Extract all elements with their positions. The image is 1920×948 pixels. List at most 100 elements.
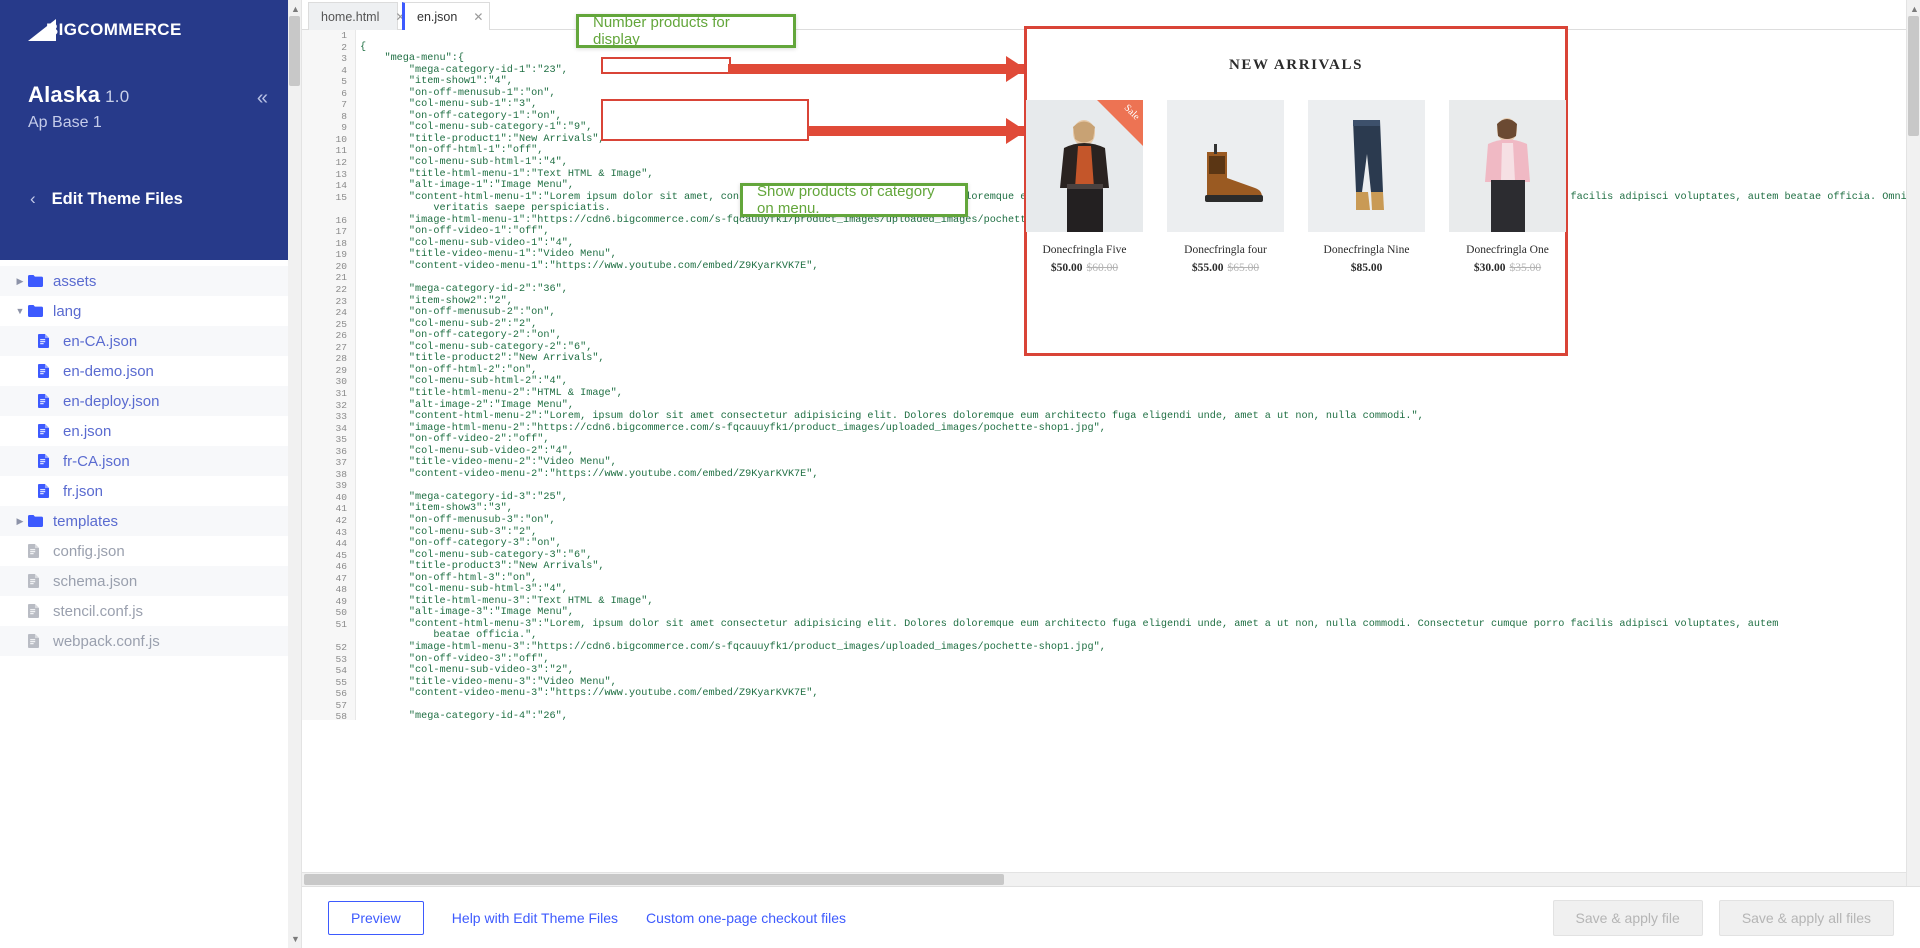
code-line[interactable]: beatae officia.", [360,630,1906,642]
line-number: 11 [302,145,355,157]
line-number: 28 [302,353,355,365]
code-line[interactable] [360,700,1906,712]
save-apply-file-button[interactable]: Save & apply file [1553,900,1703,936]
code-line[interactable]: "mega-category-id-3":"25", [360,492,1906,504]
product-name[interactable]: Donecfringla Nine [1308,244,1425,256]
theme-name: Alaska1.0 [28,82,129,108]
editor-outer-scrollbar[interactable]: ▲ ▼ [288,0,302,948]
product-image[interactable] [1449,100,1566,232]
line-number: 30 [302,376,355,388]
code-line[interactable]: "item-show3":"3", [360,503,1906,515]
chevron-down-icon[interactable]: ▼ [12,306,28,316]
code-line[interactable]: "mega-category-id-4":"26", [360,711,1906,720]
line-number: 38 [302,469,355,481]
editor-horizontal-scrollbar[interactable] [302,872,1906,886]
scroll-up-icon[interactable]: ▲ [291,4,300,14]
tree-item-label: en-demo.json [63,363,154,380]
file-icon [28,544,50,558]
chevron-right-icon[interactable]: ▶ [12,276,28,287]
bigcommerce-logo[interactable]: BIGCOMMERCE [26,17,182,43]
product-card[interactable]: SaleDonecfringla Five$50.00$60.00 [1026,100,1143,274]
product-card[interactable]: Donecfringla four$55.00$65.00 [1167,100,1284,274]
line-number: 57 [302,700,355,712]
help-link[interactable]: Help with Edit Theme Files [452,910,618,926]
tree-item-en-deploy-json[interactable]: en-deploy.json [0,386,288,416]
line-number: 52 [302,642,355,654]
line-number: 47 [302,573,355,585]
code-line[interactable]: "on-off-menusub-3":"on", [360,515,1906,527]
code-line[interactable] [360,480,1906,492]
code-line[interactable]: "title-video-menu-2":"Video Menu", [360,457,1906,469]
code-line[interactable]: "image-html-menu-3":"https://cdn6.bigcom… [360,642,1906,654]
code-line[interactable]: "col-menu-sub-html-2":"4", [360,376,1906,388]
chevron-right-icon[interactable]: ▶ [12,516,28,527]
code-line[interactable]: "title-video-menu-3":"Video Menu", [360,677,1906,689]
scroll-up-icon[interactable]: ▲ [1910,4,1919,14]
line-number: 3 [302,53,355,65]
scrollbar-thumb[interactable] [289,16,300,86]
code-line[interactable]: "on-off-html-2":"on", [360,365,1906,377]
product-image[interactable]: Sale [1026,100,1143,232]
code-line[interactable]: "content-video-menu-2":"https://www.yout… [360,469,1906,481]
code-line[interactable]: "on-off-video-3":"off", [360,654,1906,666]
code-line[interactable]: "content-video-menu-3":"https://www.yout… [360,688,1906,700]
code-line[interactable]: "on-off-html-3":"on", [360,573,1906,585]
tab-en-json[interactable]: en.json ✕ [402,2,490,30]
save-apply-all-button[interactable]: Save & apply all files [1719,900,1894,936]
bigcommerce-wordmark: BIGCOMMERCE [46,20,182,40]
sidebar-item-edit-theme-files[interactable]: ‹ Edit Theme Files [0,178,288,220]
code-line[interactable]: "title-html-menu-2":"HTML & Image", [360,388,1906,400]
code-line[interactable]: "content-html-menu-2":"Lorem, ipsum dolo… [360,411,1906,423]
preview-button[interactable]: Preview [328,901,424,935]
code-line[interactable]: "alt-image-3":"Image Menu", [360,607,1906,619]
tree-item-en-demo-json[interactable]: en-demo.json [0,356,288,386]
code-line[interactable]: "image-html-menu-2":"https://cdn6.bigcom… [360,423,1906,435]
tree-item-lang[interactable]: ▼lang [0,296,288,326]
code-line[interactable]: "content-html-menu-3":"Lorem, ipsum dolo… [360,619,1906,631]
product-card[interactable]: Donecfringla One$30.00$35.00 [1449,100,1566,274]
file-icon [38,334,60,348]
tree-item-fr-ca-json[interactable]: fr-CA.json [0,446,288,476]
code-line[interactable]: "title-product3":"New Arrivals", [360,561,1906,573]
preview-scrollbar[interactable]: ▲ [1906,0,1920,886]
tree-item-templates[interactable]: ▶templates [0,506,288,536]
tree-item-stencil-conf-js[interactable]: stencil.conf.js [0,596,288,626]
sidebar: BIGCOMMERCE Alaska1.0 Ap Base 1 « ‹ Edit… [0,0,288,948]
product-image[interactable] [1308,100,1425,232]
tree-item-webpack-conf-js[interactable]: webpack.conf.js [0,626,288,656]
code-line[interactable]: "col-menu-sub-category-3":"6", [360,550,1906,562]
code-line[interactable]: "title-html-menu-3":"Text HTML & Image", [360,596,1906,608]
line-number: 45 [302,550,355,562]
tree-item-label: en-CA.json [63,333,137,350]
product-name[interactable]: Donecfringla Five [1026,244,1143,256]
line-number: 31 [302,388,355,400]
code-line[interactable]: "col-menu-sub-video-2":"4", [360,446,1906,458]
tree-item-en-json[interactable]: en.json [0,416,288,446]
product-grid: SaleDonecfringla Five$50.00$60.00Donecfr… [1027,100,1565,274]
scroll-down-icon[interactable]: ▼ [291,934,300,944]
code-line[interactable]: "on-off-video-2":"off", [360,434,1906,446]
scrollbar-thumb[interactable] [1908,16,1919,136]
tree-item-assets[interactable]: ▶assets [0,266,288,296]
tree-item-config-json[interactable]: config.json [0,536,288,566]
tab-home-html[interactable]: home.html ✕ [308,2,398,30]
product-name[interactable]: Donecfringla four [1167,244,1284,256]
checkout-files-link[interactable]: Custom one-page checkout files [646,910,846,926]
scrollbar-thumb[interactable] [304,874,1004,885]
tree-item-schema-json[interactable]: schema.json [0,566,288,596]
code-line[interactable]: "col-menu-sub-html-3":"4", [360,584,1906,596]
code-line[interactable]: "col-menu-sub-video-3":"2", [360,665,1906,677]
line-number: 40 [302,492,355,504]
product-image[interactable] [1167,100,1284,232]
callout-show-products: Show products of category on menu. [740,183,968,217]
code-line[interactable]: "on-off-category-3":"on", [360,538,1906,550]
product-card[interactable]: Donecfringla Nine$85.00 [1308,100,1425,274]
code-line[interactable]: "col-menu-sub-3":"2", [360,527,1906,539]
tree-item-fr-json[interactable]: fr.json [0,476,288,506]
code-line[interactable]: "alt-image-2":"Image Menu", [360,400,1906,412]
tree-item-en-ca-json[interactable]: en-CA.json [0,326,288,356]
line-number: 55 [302,677,355,689]
close-icon[interactable]: ✕ [473,10,483,24]
product-name[interactable]: Donecfringla One [1449,244,1566,256]
double-chevron-left-icon[interactable]: « [257,88,268,108]
